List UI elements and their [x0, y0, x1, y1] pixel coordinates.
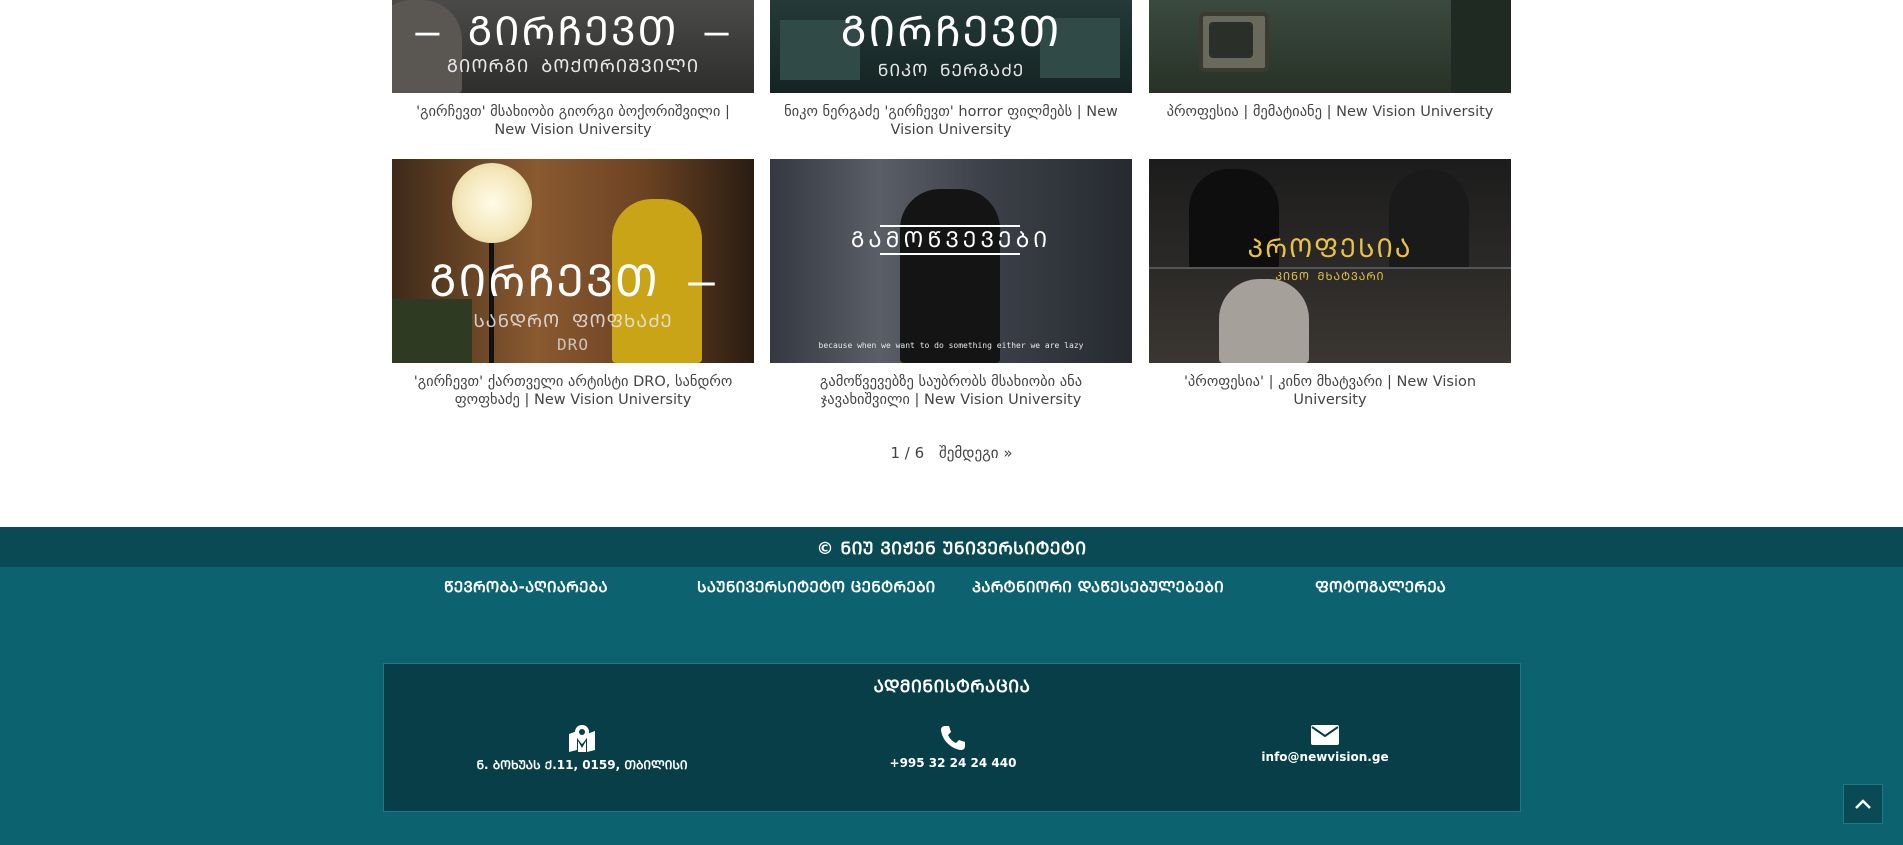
- video-caption[interactable]: 'პროფესია' | კინო მხატვარი | New Vision …: [1149, 363, 1511, 409]
- footer-link-partners[interactable]: ᲞᲐᲠᲢᲜᲘᲝᲠᲘ ᲓᲐᲬᲔᲡᲔᲑᲣᲚᲔᲑᲔᲑᲘ: [972, 577, 1224, 597]
- video-card[interactable]: — ᲒᲘᲠᲩᲔᲕᲗ — ᲒᲘᲝᲠᲒᲘ ᲑᲝᲥᲝᲠᲘᲨᲕᲘᲚᲘ 'გირჩევთ'…: [392, 0, 754, 139]
- envelope-icon: [1311, 725, 1339, 745]
- thumbnail-subtitle-2: DRO: [557, 335, 589, 354]
- footer-link-centers[interactable]: ᲡᲐᲣᲜᲘᲕᲔᲠᲡᲘᲢᲔᲢᲝ ᲪᲔᲜᲢᲠᲔᲑᲘ: [697, 577, 936, 597]
- thumbnail-subtitle: ᲙᲘᲜᲝ ᲛᲮᲐᲢᲕᲐᲠᲘ: [1275, 270, 1385, 283]
- video-caption[interactable]: ნიკო ნერგაძე 'გირჩევთ' horror ფილმებს | …: [770, 93, 1132, 139]
- pagination: 1 / 6 შემდეგი »: [0, 444, 1903, 462]
- page-indicator: 1 / 6: [890, 444, 925, 462]
- footer: ᲬᲔᲕᲠᲝᲑᲐ-ᲐᲦᲘᲐᲠᲔᲑᲐ ᲡᲐᲣᲜᲘᲕᲔᲠᲡᲘᲢᲔᲢᲝ ᲪᲔᲜᲢᲠᲔᲑᲘ…: [0, 567, 1903, 845]
- thumbnail-subtitle: ᲜᲘᲙᲝ ᲜᲔᲠᲒᲐᲫᲔ: [877, 61, 1025, 81]
- video-thumbnail[interactable]: — ᲒᲘᲠᲩᲔᲕᲗ — ᲒᲘᲝᲠᲒᲘ ᲑᲝᲥᲝᲠᲘᲨᲕᲘᲚᲘ: [392, 0, 754, 93]
- email-block: info@newvision.ge: [1175, 724, 1475, 764]
- address-block: Ნ. ᲑᲝᲮᲣᲐᲡ Ქ.11, 0159, ᲗᲑᲘᲚᲘᲡᲘ: [432, 724, 732, 773]
- video-thumbnail[interactable]: ᲞᲠᲝᲤᲔᲡᲘᲐ ᲙᲘᲜᲝ ᲛᲮᲐᲢᲕᲐᲠᲘ: [1149, 159, 1511, 363]
- address-text: Ნ. ᲑᲝᲮᲣᲐᲡ Ქ.11, 0159, ᲗᲑᲘᲚᲘᲡᲘ: [476, 758, 688, 772]
- footer-link-gallery[interactable]: ᲤᲝᲢᲝᲒᲐᲚᲔᲠᲔᲐ: [1315, 577, 1446, 597]
- thumbnail-subtitle: because when we want to do something eit…: [818, 341, 1084, 350]
- footer-link-news[interactable]: ᲬᲔᲕᲠᲝᲑᲐ-ᲐᲦᲘᲐᲠᲔᲑᲐ: [444, 577, 608, 597]
- video-thumbnail[interactable]: ᲒᲐᲛᲝᲬᲕᲔᲕᲔᲑᲘ because when we want to do s…: [770, 159, 1132, 363]
- video-caption[interactable]: გამოწვევებზე საუბრობს მსახიობი ანა ჯავახ…: [770, 363, 1132, 409]
- video-thumbnail[interactable]: ᲒᲘᲠᲩᲔᲕᲗ — ᲡᲐᲜᲓᲠᲝ ᲤᲝᲤᲮᲐᲫᲔ DRO: [392, 159, 754, 363]
- administration-title: ᲐᲓᲛᲘᲜᲘᲡᲢᲠᲐᲪᲘᲐ: [873, 677, 1031, 697]
- thumbnail-title: ᲒᲘᲠᲩᲔᲕᲗ: [840, 7, 1062, 56]
- email-text[interactable]: info@newvision.ge: [1175, 750, 1475, 764]
- video-card[interactable]: ᲞᲠᲝᲤᲔᲡᲘᲐ ᲙᲘᲜᲝ ᲛᲮᲐᲢᲕᲐᲠᲘ 'პროფესია' | კინო…: [1149, 159, 1511, 409]
- phone-text[interactable]: +995 32 24 24 440: [803, 756, 1103, 770]
- scroll-to-top-button[interactable]: [1843, 784, 1883, 824]
- video-caption[interactable]: 'გირჩევთ' ქართველი არტისტი DRO, სანდრო ფ…: [392, 363, 754, 409]
- map-marker-icon: [569, 725, 595, 752]
- video-card[interactable]: ᲒᲘᲠᲩᲔᲕᲗ ᲜᲘᲙᲝ ᲜᲔᲠᲒᲐᲫᲔ ნიკო ნერგაძე 'გირჩე…: [770, 0, 1132, 139]
- thumbnail-title: ᲒᲘᲠᲩᲔᲕᲗ —: [429, 256, 717, 307]
- phone-block: +995 32 24 24 440: [803, 724, 1103, 770]
- thumbnail-subtitle: ᲡᲐᲜᲓᲠᲝ ᲤᲝᲤᲮᲐᲫᲔ: [473, 311, 673, 332]
- chevron-up-icon: [1855, 799, 1871, 809]
- next-page-link[interactable]: შემდეგი »: [939, 444, 1013, 462]
- video-caption[interactable]: 'გირჩევთ' მსახიობი გიორგი ბოქორიშვილი | …: [392, 93, 754, 139]
- video-thumbnail[interactable]: ᲒᲘᲠᲩᲔᲕᲗ ᲜᲘᲙᲝ ᲜᲔᲠᲒᲐᲫᲔ: [770, 0, 1132, 93]
- thumbnail-title: — ᲒᲘᲠᲩᲔᲕᲗ —: [415, 9, 731, 55]
- footer-copyright-bar: © ᲜᲘᲣ ᲕᲘᲟᲔᲜ ᲣᲜᲘᲕᲔᲠᲡᲘᲢᲔᲢᲘ: [0, 527, 1903, 567]
- administration-box: ᲐᲓᲛᲘᲜᲘᲡᲢᲠᲐᲪᲘᲐ Ნ. ᲑᲝᲮᲣᲐᲡ Ქ.11, 0159, ᲗᲑᲘᲚ…: [383, 663, 1521, 812]
- copyright-text: © ᲜᲘᲣ ᲕᲘᲟᲔᲜ ᲣᲜᲘᲕᲔᲠᲡᲘᲢᲔᲢᲘ: [816, 539, 1087, 559]
- footer-links: ᲬᲔᲕᲠᲝᲑᲐ-ᲐᲦᲘᲐᲠᲔᲑᲐ ᲡᲐᲣᲜᲘᲕᲔᲠᲡᲘᲢᲔᲢᲝ ᲪᲔᲜᲢᲠᲔᲑᲘ…: [0, 577, 1903, 601]
- thumbnail-title: ᲒᲐᲛᲝᲬᲕᲔᲕᲔᲑᲘ: [850, 228, 1052, 253]
- video-caption[interactable]: პროფესია | მემატიანე | New Vision Univer…: [1149, 93, 1511, 121]
- video-card[interactable]: პროფესია | მემატიანე | New Vision Univer…: [1149, 0, 1511, 121]
- video-card[interactable]: ᲒᲐᲛᲝᲬᲕᲔᲕᲔᲑᲘ because when we want to do s…: [770, 159, 1132, 409]
- video-thumbnail[interactable]: [1149, 0, 1511, 93]
- phone-icon: [941, 726, 965, 750]
- video-card[interactable]: ᲒᲘᲠᲩᲔᲕᲗ — ᲡᲐᲜᲓᲠᲝ ᲤᲝᲤᲮᲐᲫᲔ DRO 'გირჩევთ' ქ…: [392, 159, 754, 409]
- thumbnail-title: ᲞᲠᲝᲤᲔᲡᲘᲐ: [1247, 234, 1413, 264]
- thumbnail-subtitle: ᲒᲘᲝᲠᲒᲘ ᲑᲝᲥᲝᲠᲘᲨᲕᲘᲚᲘ: [446, 56, 700, 77]
